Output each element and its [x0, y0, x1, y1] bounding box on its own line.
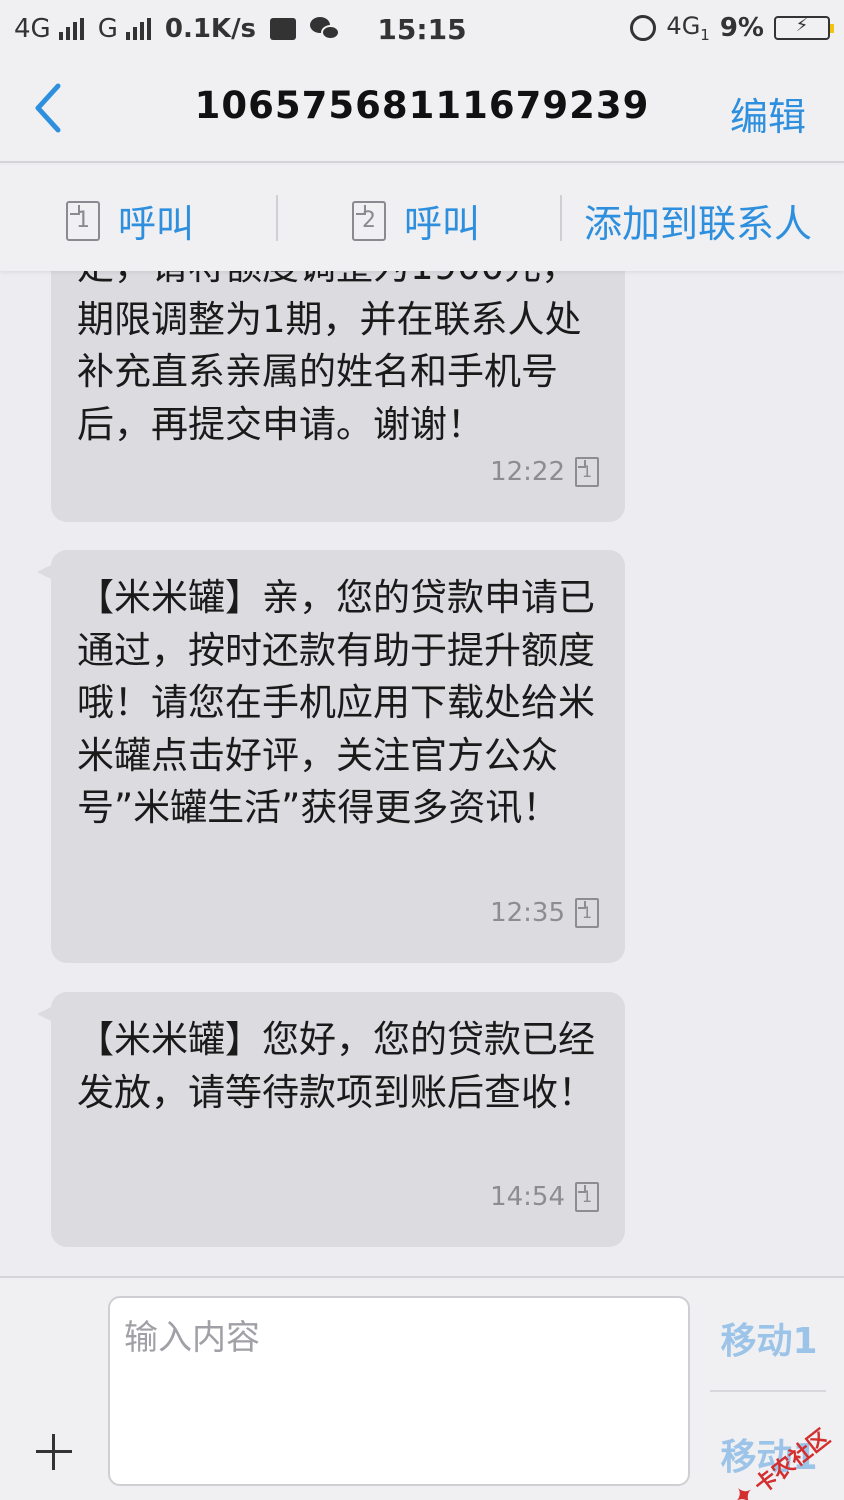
message-bubble[interactable]: 定，请将额度调整为1900元，期限调整为1期，并在联系人处补充直系亲属的姓名和手… — [51, 271, 625, 522]
call-sim2-button[interactable]: 2 呼叫 — [352, 193, 480, 248]
divider — [560, 195, 562, 241]
divider — [710, 1390, 826, 1392]
message-text: 定，请将额度调整为1900元，期限调整为1期，并在联系人处补充直系亲属的姓名和手… — [77, 271, 582, 446]
composer: 移动1 移动1 — [0, 1276, 844, 1500]
sim-card-icon: 1 — [575, 456, 599, 487]
battery-percent: 9% — [719, 12, 764, 43]
call-label: 呼叫 — [404, 202, 481, 246]
message-meta: 14:54 1 — [490, 1171, 599, 1224]
alarm-icon — [630, 14, 657, 41]
send-sim1-button[interactable]: 移动1 — [712, 1312, 826, 1364]
message-meta: 12:22 1 — [490, 446, 599, 499]
sim-card-icon: 1 — [66, 200, 100, 241]
message-meta: 12:35 1 — [490, 887, 599, 940]
battery-icon: ⚡ — [774, 14, 834, 40]
message-bubble[interactable]: 【米米罐】您好，您的贷款已经发放，请等待款项到账后查收！ 14:54 1 — [37, 992, 625, 1247]
bubble-tail — [37, 564, 53, 580]
action-bar: 1 呼叫 2 呼叫 添加到联系人 — [0, 165, 844, 271]
status-right: 4G1 9% ⚡ — [630, 12, 834, 44]
divider — [276, 195, 278, 241]
message-text: 【米米罐】您好，您的贷款已经发放，请等待款项到账后查收！ — [77, 1018, 595, 1114]
sim-card-icon: 2 — [352, 200, 386, 241]
message-list[interactable]: 定，请将额度调整为1900元，期限调整为1期，并在联系人处补充直系亲属的姓名和手… — [0, 271, 844, 1276]
message-bubble[interactable]: 【米米罐】亲，您的贷款申请已通过，按时还款有助于提升额度哦！请您在手机应用下载处… — [37, 550, 625, 963]
conversation-header: 10657568111679239 编辑 — [0, 58, 844, 163]
charging-bolt-icon: ⚡ — [795, 14, 809, 36]
sim-card-icon: 1 — [575, 1181, 599, 1212]
sim-card-icon: 1 — [575, 897, 599, 928]
conversation-title: 10657568111679239 — [194, 84, 650, 127]
message-text: 【米米罐】亲，您的贷款申请已通过，按时还款有助于提升额度哦！请您在手机应用下载处… — [77, 576, 595, 829]
message-time: 14:54 — [490, 1181, 565, 1212]
call-label: 呼叫 — [118, 202, 195, 246]
message-time: 12:22 — [490, 456, 565, 487]
network-sim-index: 1 — [700, 25, 710, 44]
network-type-3: 4G1 — [666, 12, 709, 44]
call-sim1-button[interactable]: 1 呼叫 — [66, 193, 194, 248]
status-bar: 4G G 0.1K/s 15:15 4G1 9% ⚡ — [0, 0, 844, 58]
add-attachment-button[interactable] — [30, 1428, 78, 1476]
bubble-tail — [37, 1006, 53, 1022]
network-type-3-label: 4G — [666, 12, 701, 40]
edit-button[interactable]: 编辑 — [730, 86, 806, 141]
add-contact-label: 添加到联系人 — [584, 202, 813, 246]
message-input[interactable] — [108, 1296, 690, 1486]
add-to-contacts-button[interactable]: 添加到联系人 — [584, 193, 812, 248]
message-time: 12:35 — [490, 897, 565, 928]
